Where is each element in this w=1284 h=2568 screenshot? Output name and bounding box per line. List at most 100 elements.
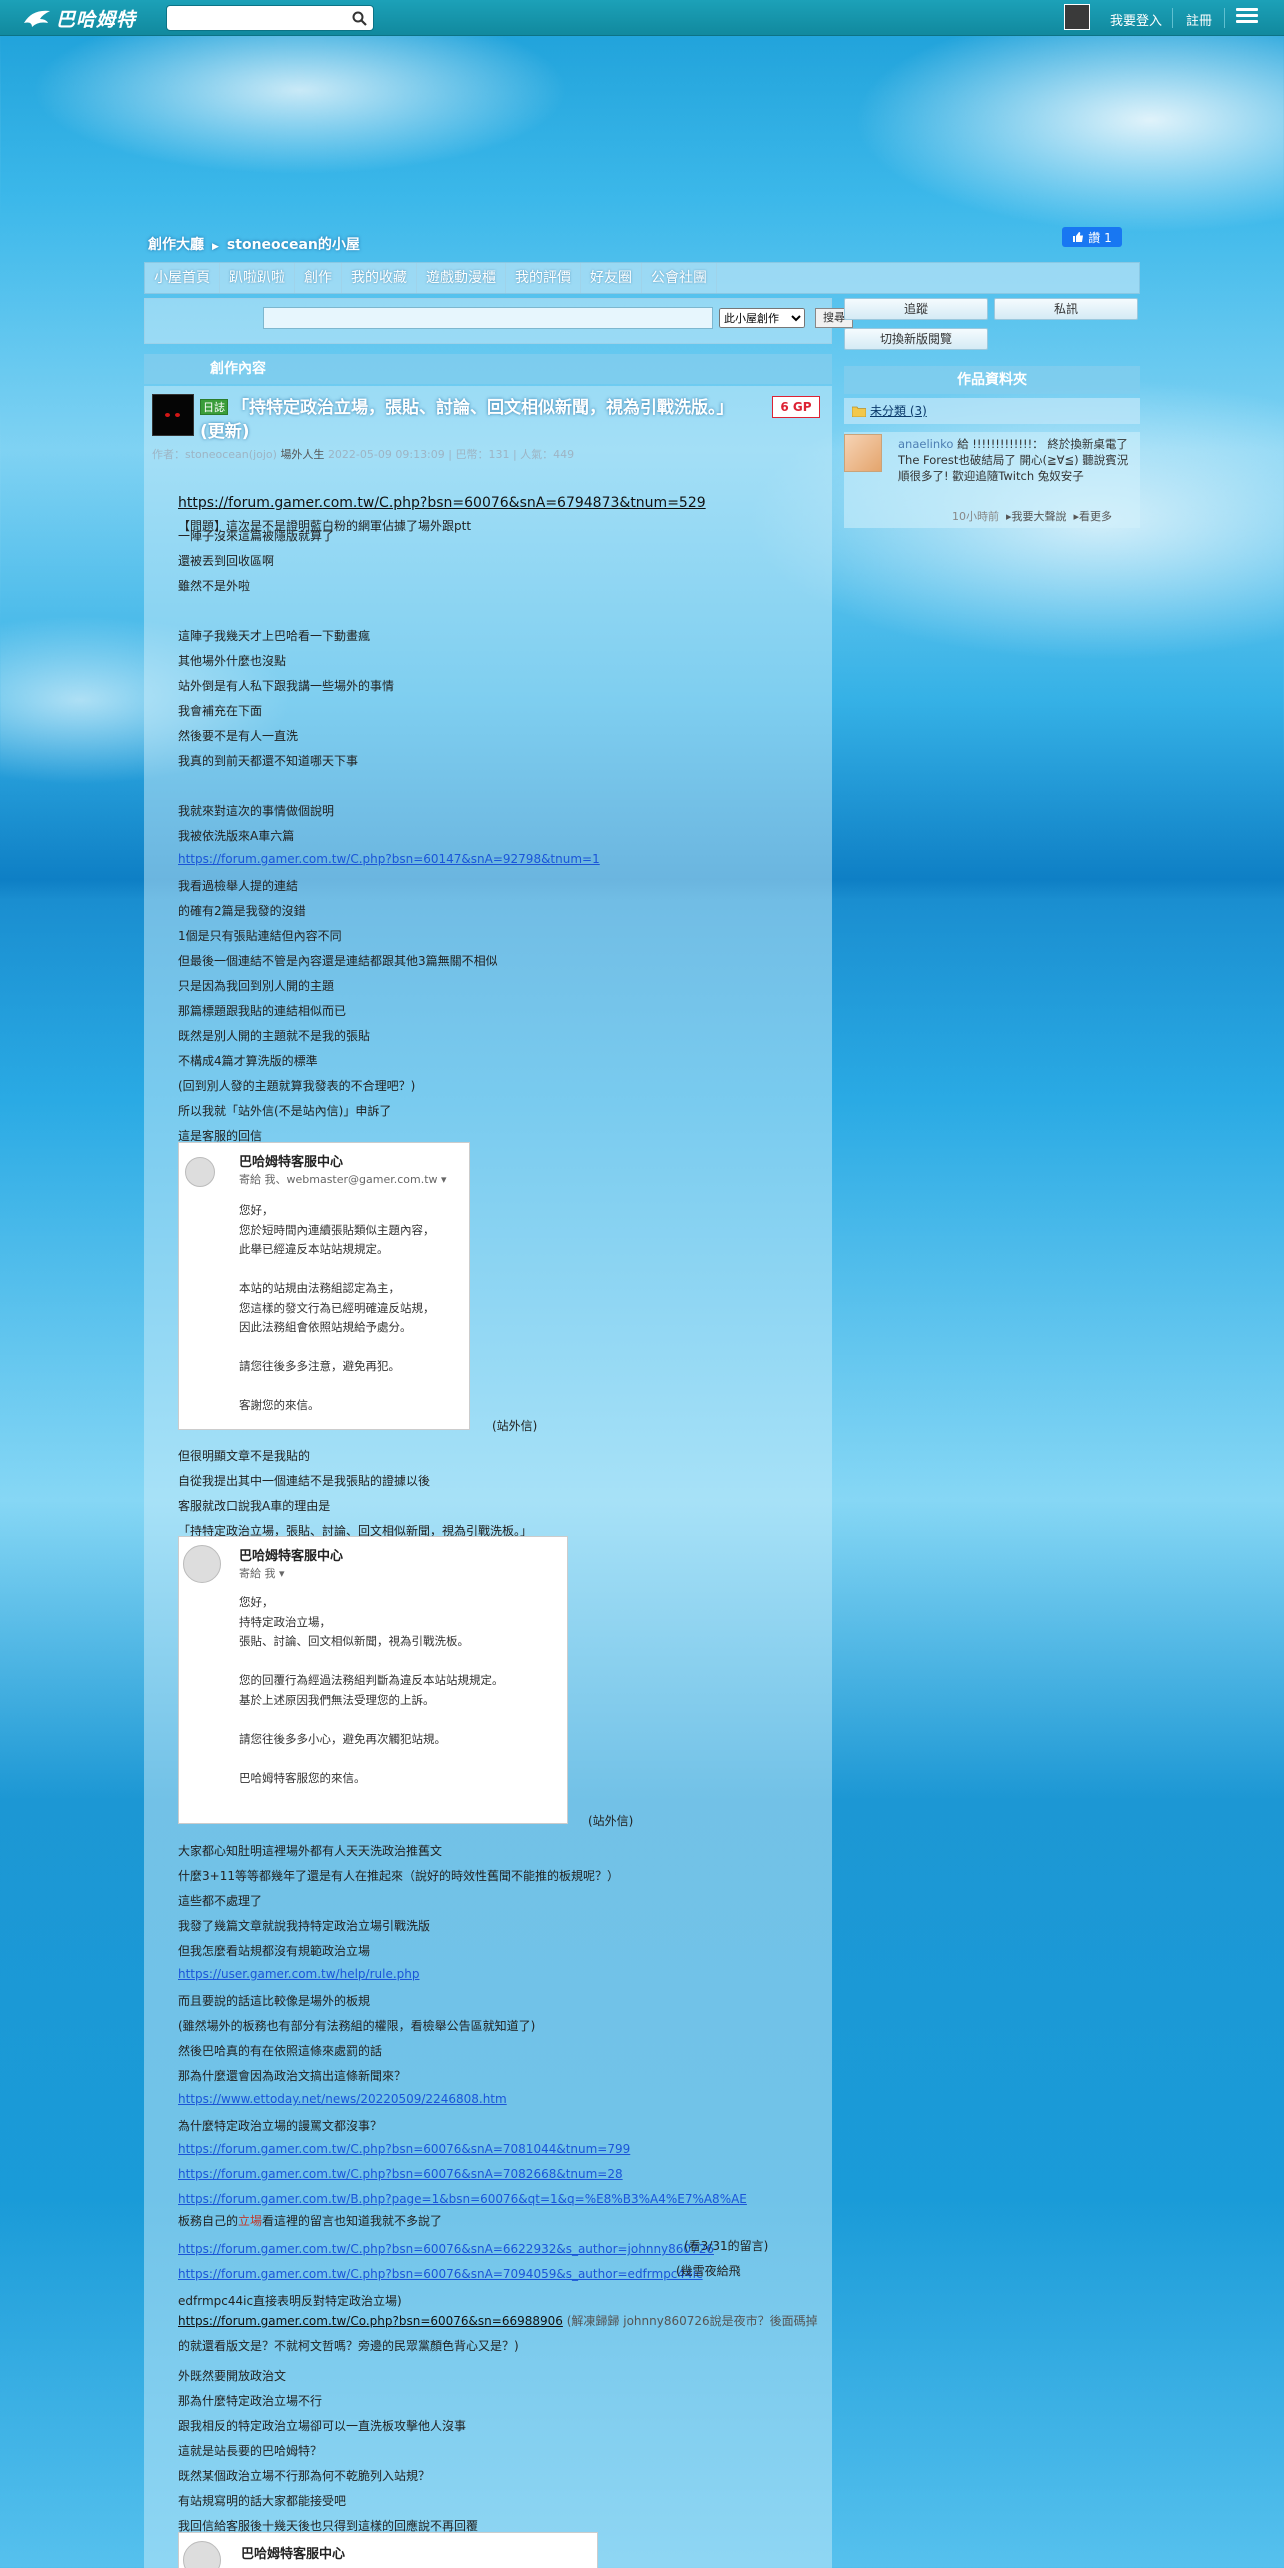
home-search-bar: 此小屋創作 搜尋 bbox=[144, 298, 853, 344]
content-line: 一陣子沒來這篇被隱版就算了 bbox=[178, 529, 335, 543]
bahamut-service-logo bbox=[185, 1157, 215, 1187]
home-search-input[interactable] bbox=[263, 307, 713, 329]
tab-palapala[interactable]: 趴啦趴啦 bbox=[220, 263, 295, 293]
content-link[interactable]: https://forum.gamer.com.tw/C.php?bsn=600… bbox=[178, 2167, 623, 2181]
divider bbox=[1224, 8, 1225, 28]
breadcrumb-root[interactable]: 創作大廳 bbox=[148, 237, 204, 253]
global-search[interactable] bbox=[166, 5, 374, 31]
content-line: 還被丟到回收區啊 bbox=[178, 554, 275, 568]
facebook-like-button[interactable]: 讚 1 bbox=[1062, 227, 1122, 247]
content-line: 那為什麼還會因為政治文搞出這條新聞來？ bbox=[178, 2069, 407, 2083]
email-sender: 巴哈姆特客服中心 bbox=[239, 1155, 344, 1170]
content-link[interactable]: https://user.gamer.com.tw/help/rule.php bbox=[178, 1967, 420, 1981]
category-label[interactable]: 未分類 (3) bbox=[870, 404, 927, 418]
content-line: 其他場外什麼也沒點 bbox=[178, 654, 287, 668]
content-link[interactable]: https://forum.gamer.com.tw/C.php?bsn=600… bbox=[178, 2267, 703, 2281]
article-title: 「持特定政治立場，張貼、討論、回文相似新聞，視為引戰洗版。」(更新) bbox=[200, 398, 734, 442]
content-line: 所以我就「站外信(不是站內信)」申訴了 bbox=[178, 1104, 392, 1118]
content-line: 既然某個政治立場不行那為何不乾脆列入站規？ bbox=[178, 2469, 431, 2483]
follow-button[interactable]: 追蹤 bbox=[844, 298, 988, 320]
tab-ratings[interactable]: 我的評價 bbox=[506, 263, 581, 293]
divider bbox=[1172, 8, 1173, 28]
content-line: 客服就改口說我A車的理由是 bbox=[178, 1499, 331, 1513]
global-search-input[interactable] bbox=[173, 6, 343, 30]
tab-friends[interactable]: 好友圈 bbox=[581, 263, 642, 293]
line-red: 立場 bbox=[238, 2214, 263, 2228]
content-line: 我真的到前天都還不知道哪天下事 bbox=[178, 754, 359, 768]
commenter-avatar[interactable] bbox=[844, 434, 882, 472]
line-post: 看這裡的留言也知道我就不多說了 bbox=[262, 2214, 443, 2228]
search-scope-select[interactable]: 此小屋創作 bbox=[719, 308, 805, 328]
tab-creation[interactable]: 創作 bbox=[295, 263, 342, 293]
works-category[interactable]: 未分類 (3) bbox=[844, 398, 1140, 424]
tab-home[interactable]: 小屋首頁 bbox=[145, 263, 220, 293]
commenter-name[interactable]: anaelinko bbox=[898, 437, 953, 451]
content-line: 我會補充在下面 bbox=[178, 704, 263, 718]
comment-more-link[interactable]: 看更多 bbox=[1079, 510, 1112, 523]
content-link[interactable]: https://forum.gamer.com.tw/B.php?page=1&… bbox=[178, 2192, 747, 2206]
content-line: 這就是站長要的巴哈姆特？ bbox=[178, 2444, 323, 2458]
user-avatar[interactable] bbox=[1064, 4, 1090, 30]
meta-author[interactable]: stoneocean(jojo) bbox=[185, 448, 277, 461]
tab-favorites[interactable]: 我的收藏 bbox=[342, 263, 417, 293]
switch-view-button[interactable]: 切換新版閱覽 bbox=[844, 328, 988, 350]
hamburger-menu-icon[interactable] bbox=[1236, 8, 1258, 28]
content-link[interactable]: https://forum.gamer.com.tw/C.php?bsn=600… bbox=[178, 495, 706, 511]
content-line: 的確有2篇是我發的沒錯 bbox=[178, 904, 306, 918]
thumbs-up-icon bbox=[1073, 232, 1084, 242]
bahamut-logo-icon bbox=[24, 10, 50, 27]
email-screenshot: 巴哈姆特客服中心 bbox=[178, 2532, 598, 2568]
search-icon[interactable] bbox=[352, 11, 367, 26]
works-folder-header: 作品資料夾 bbox=[844, 366, 1140, 394]
author-avatar[interactable] bbox=[152, 394, 194, 436]
tab-game-shelf[interactable]: 遊戲動漫櫃 bbox=[417, 263, 506, 293]
content-line: 為什麼特定政治立場的謾罵文都沒事？ bbox=[178, 2119, 383, 2133]
comment-reply-link[interactable]: 我要大聲說 bbox=[1012, 510, 1067, 523]
line-post: (解凍歸歸 johnny860726說是夜市？後面碼掉 bbox=[566, 2314, 818, 2328]
breadcrumb: 創作大廳 ▶ stoneocean的小屋 bbox=[148, 234, 360, 254]
content-link[interactable]: https://forum.gamer.com.tw/C.php?bsn=600… bbox=[178, 2242, 714, 2256]
content-line: 那為什麼特定政治立場不行 bbox=[178, 2394, 323, 2408]
content-link[interactable]: https://www.ettoday.net/news/20220509/22… bbox=[178, 2092, 507, 2106]
content-line: 站外倒是有人私下跟我講一些場外的事情 bbox=[178, 679, 395, 693]
chevron-right-icon: ▶ bbox=[212, 242, 219, 252]
content-line: 有站規寫明的話大家都能接受吧 bbox=[178, 2494, 347, 2508]
tab-guilds[interactable]: 公會社團 bbox=[642, 263, 717, 293]
content-line: 那篇標題跟我貼的連結相似而已 bbox=[178, 1004, 347, 1018]
caption: (站外信) bbox=[492, 1419, 538, 1433]
latest-comment: anaelinko 給 !!!!!!!!!!!!!： 終於換新桌電了 The F… bbox=[844, 432, 1140, 528]
content-line: 然後要不是有人一直洗 bbox=[178, 729, 299, 743]
caption: (站外信) bbox=[588, 1814, 634, 1828]
message-button[interactable]: 私訊 bbox=[994, 298, 1138, 320]
content-line: (幾雪夜給飛 bbox=[676, 2264, 741, 2278]
content-line: 然後巴哈真的有在依照這條來處罰的話 bbox=[178, 2044, 383, 2058]
content-line: 板務自己的立場看這裡的留言也知道我就不多說了 bbox=[178, 2212, 442, 2229]
home-nav-tabs: 小屋首頁 趴啦趴啦 創作 我的收藏 遊戲動漫櫃 我的評價 好友圈 公會社團 bbox=[144, 262, 1140, 294]
content-line: (回到別人發的主題就算我發表的不合理吧？) bbox=[178, 1079, 416, 1093]
content-link[interactable]: https://forum.gamer.com.tw/C.php?bsn=601… bbox=[178, 852, 600, 866]
content-line: 跟我相反的特定政治立場卻可以一直洗板攻擊他人沒事 bbox=[178, 2419, 467, 2433]
content-line: (雖然場外的板務也有部分有法務組的權限，看檢舉公告區就知道了) bbox=[178, 2019, 536, 2033]
content-line: 但很明顯文章不是我貼的 bbox=[178, 1449, 311, 1463]
content-line: 我就來對這次的事情做個說明 bbox=[178, 804, 335, 818]
content-line: 而且要說的話這比較像是場外的板規 bbox=[178, 1994, 371, 2008]
breadcrumb-home[interactable]: stoneocean的小屋 bbox=[227, 237, 360, 253]
gp-badge[interactable]: 6 GP bbox=[772, 396, 820, 418]
meta-rest: 2022-05-09 09:13:09 | 巴幣：131 | 人氣：449 bbox=[327, 448, 575, 461]
content-line: 我被依洗版來A車六篇 bbox=[178, 829, 295, 843]
comment-text: anaelinko 給 !!!!!!!!!!!!!： 終於換新桌電了 The F… bbox=[898, 436, 1138, 484]
register-link[interactable]: 註冊 bbox=[1186, 10, 1212, 29]
email-recipient: 寄給 我、webmaster@gamer.com.tw ▾ bbox=[239, 1173, 447, 1186]
site-logo[interactable]: 巴哈姆特 bbox=[22, 4, 136, 32]
article-meta: 作者：stoneocean(jojo) 場外人生 2022-05-09 09:1… bbox=[152, 446, 574, 462]
top-bar: 巴哈姆特 我要登入 註冊 bbox=[0, 0, 1284, 36]
meta-category[interactable]: 場外人生 bbox=[280, 448, 324, 461]
folder-icon bbox=[852, 406, 866, 417]
email-sender: 巴哈姆特客服中心 bbox=[241, 2547, 346, 2562]
content-link[interactable]: https://forum.gamer.com.tw/Co.php?bsn=60… bbox=[178, 2314, 563, 2328]
content-line: 的就還看版文是？不就柯文哲嗎？旁邊的民眾黨顏色背心又是？) bbox=[178, 2339, 519, 2353]
content-line: 自從我提出其中一個連結不是我張貼的證據以後 bbox=[178, 1474, 431, 1488]
login-link[interactable]: 我要登入 bbox=[1110, 10, 1162, 29]
content-link[interactable]: https://forum.gamer.com.tw/C.php?bsn=600… bbox=[178, 2142, 630, 2156]
content-line: 這陣子我幾天才上巴哈看一下動畫瘋 bbox=[178, 629, 371, 643]
